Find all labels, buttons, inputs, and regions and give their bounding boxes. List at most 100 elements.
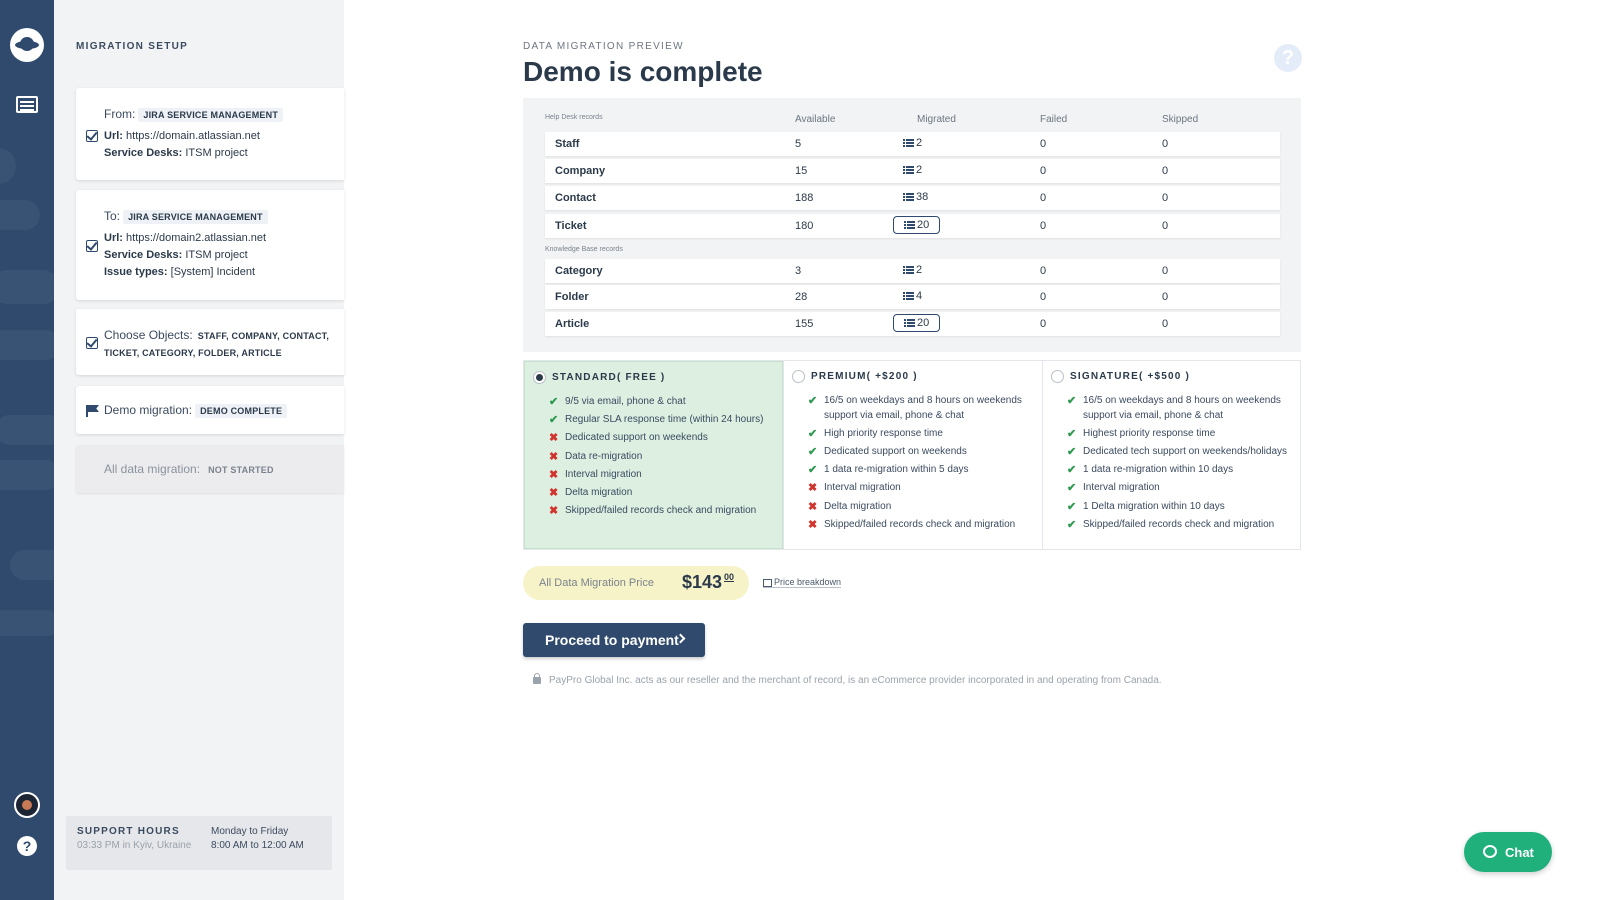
row-skipped: 0 [1162,165,1169,177]
radio-icon[interactable] [1051,370,1064,383]
row-failed: 0 [1040,291,1047,303]
plan-signature[interactable]: SIGNATURE( +$500 ) ✔ 16/5 on weekdays and… [1043,361,1302,549]
row-skipped: 0 [1162,138,1169,150]
feature-item: ✔ 1 Delta migration within 10 days [1067,500,1225,513]
row-available: 3 [795,265,802,277]
row-migrated[interactable]: 38 [903,191,928,203]
chat-button[interactable]: Chat [1464,832,1552,872]
row-available: 5 [795,138,802,150]
feature-item: ✔ Dedicated tech support on weekends/holi… [1067,445,1288,458]
page-kicker: DATA MIGRATION PREVIEW [523,41,684,52]
service-desks-label: Service Desks: [104,147,183,159]
service-desks-label: Service Desks: [104,249,183,261]
list-icon [903,292,914,300]
plan-features: ✔ 16/5 on weekdays and 8 hours on weekend… [808,394,1038,536]
list-icon[interactable] [16,96,38,113]
row-available: 155 [795,318,814,330]
from-label: From: [104,107,136,121]
feature-item: ✔ Dedicated support on weekends [808,445,967,458]
feature-item: ✖ Skipped/failed records check and migrat… [549,505,757,518]
help-icon[interactable]: ? [17,836,37,856]
target-platform-chip: JIRA SERVICE MANAGEMENT [123,210,268,225]
feature-item: ✖ Delta migration [808,500,892,513]
checkbox-checked-icon [86,240,98,252]
row-skipped: 0 [1162,291,1169,303]
feature-item: ✖ Dedicated support on weekends [549,432,708,445]
row-migrated[interactable]: 2 [903,164,922,176]
price-breakdown-link[interactable]: Price breakdown [763,577,842,588]
row-migrated[interactable]: 2 [903,264,922,276]
check-icon: ✔ [549,396,559,408]
saturn-logo-icon[interactable] [10,28,44,62]
feature-item: ✖ Delta migration [549,486,633,499]
rail-decoration [0,460,54,490]
rail-decoration [10,550,54,580]
avatar[interactable] [14,792,40,818]
list-icon [903,166,914,174]
table-row: Category 3 2 0 0 [545,259,1280,283]
proceed-to-payment-button[interactable]: Proceed to payment [523,623,705,657]
step-demo-migration[interactable]: Demo migration: DEMO COMPLETE [76,386,344,434]
cross-icon: ✖ [549,505,559,518]
check-icon: ✔ [1067,464,1077,477]
row-migrated[interactable]: 2 [903,137,922,149]
row-migrated[interactable]: 4 [903,290,922,302]
column-header-skipped: Skipped [1162,114,1199,125]
price-badge: All Data Migration Price $143 00 [523,566,749,600]
row-failed: 0 [1040,192,1047,204]
plan-features: ✔ 9/5 via email, phone & chat ✔ Regular SL… [549,395,779,522]
check-icon: ✔ [1067,395,1077,407]
rail-decoration [0,610,54,636]
demo-status-chip: DEMO COMPLETE [195,404,288,419]
url-label: Url: [104,130,123,142]
table-icon [763,578,772,587]
feature-item: ✔ 9/5 via email, phone & chat [549,396,686,408]
row-name: Category [555,265,603,277]
plan-title: STANDARD( FREE ) [552,372,666,383]
row-failed: 0 [1040,138,1047,150]
row-skipped: 0 [1162,318,1169,330]
source-service-desks: ITSM project [185,147,248,159]
cross-icon: ✖ [549,450,559,463]
rail-decoration [0,148,16,184]
support-local-time: 03:33 PM in Kyiv, Ukraine [77,840,192,851]
row-skipped: 0 [1162,220,1169,232]
issue-types-label: Issue types: [104,266,168,278]
plan-premium[interactable]: PREMIUM( +$200 ) ✔ 16/5 on weekdays and 8… [784,361,1043,549]
price-cents: 00 [724,572,735,582]
check-icon: ✔ [1067,482,1077,495]
feature-item: ✖ Data re-migration [549,450,643,463]
step-source[interactable]: From: JIRA SERVICE MANAGEMENT Url: https… [76,88,344,180]
source-url: https://domain.atlassian.net [126,130,260,142]
feature-item: ✖ Skipped/failed records check and migrat… [808,518,1016,531]
full-migration-label: All data migration: [104,462,201,476]
check-icon: ✔ [1067,500,1077,513]
plan-standard[interactable]: STANDARD( FREE ) ✔ 9/5 via email, phone &… [524,361,783,549]
migrated-records-button[interactable]: 20 [893,314,941,332]
cross-icon: ✖ [549,486,559,499]
feature-item: ✔ Skipped/failed records check and migrat… [1067,518,1275,531]
payment-disclaimer: PayPro Global Inc. acts as our reseller … [533,672,1162,686]
cross-icon: ✖ [549,468,559,481]
row-failed: 0 [1040,265,1047,277]
table-row: Contact 188 38 0 0 [545,186,1280,210]
records-table: Help Desk records Available Migrated Fai… [523,98,1301,352]
support-hours-title: SUPPORT HOURS [77,826,180,837]
group-label-help-desk: Help Desk records [545,114,603,121]
rail-decoration [0,330,54,360]
radio-icon[interactable] [792,370,805,383]
radio-selected-icon[interactable] [533,371,546,384]
step-target[interactable]: To: JIRA SERVICE MANAGEMENT Url: https:/… [76,190,344,300]
checkbox-checked-icon [86,337,98,349]
list-icon [903,266,914,274]
row-failed: 0 [1040,165,1047,177]
lock-icon [533,672,541,684]
price-label: All Data Migration Price [539,577,654,589]
row-failed: 0 [1040,318,1047,330]
migrated-records-button[interactable]: 20 [893,216,941,234]
help-icon[interactable]: ? [1274,44,1302,72]
feature-item: ✖ Interval migration [808,482,901,495]
check-icon: ✔ [808,445,818,458]
step-objects[interactable]: Choose Objects: STAFF, COMPANY, CONTACT,… [76,309,344,375]
row-available: 15 [795,165,808,177]
